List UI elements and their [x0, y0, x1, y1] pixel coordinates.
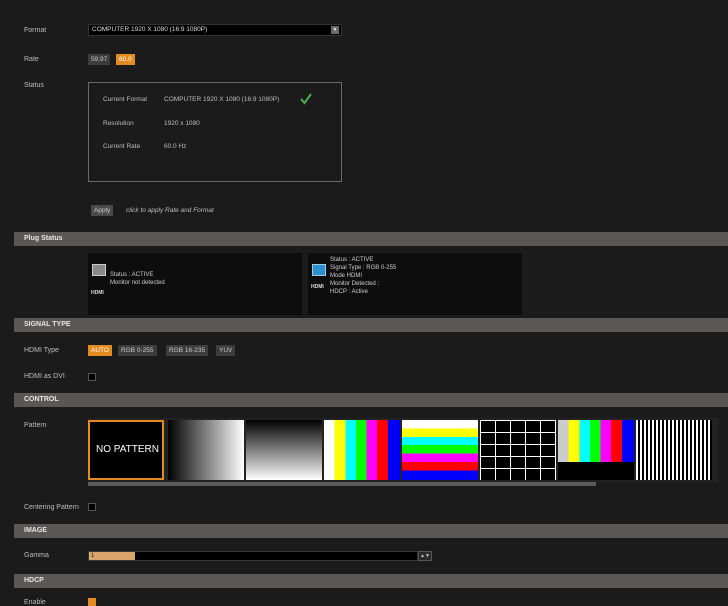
hdmi-as-dvi-checkbox[interactable]: [88, 373, 96, 381]
hdcp-enable-checkbox[interactable]: [88, 598, 96, 606]
plug-1-line: Status : ACTIVE: [110, 272, 154, 278]
plug-2-icon-label: HDMI: [311, 284, 324, 290]
hdmi-as-dvi-label: HDMI as DVI: [24, 373, 65, 380]
chevron-down-icon[interactable]: ▼: [331, 26, 339, 34]
control-header: CONTROL: [14, 393, 728, 407]
rate-option-5997[interactable]: 59.97: [88, 54, 111, 65]
signal-type-header: SIGNAL TYPE: [14, 318, 728, 332]
plug-1-icon-label: HDMI: [91, 290, 104, 296]
hdmi-port-icon: [312, 264, 326, 276]
format-select[interactable]: COMPUTER 1920 X 1080 (16:9 1080P) ▼: [88, 24, 342, 36]
current-format-label: Current Format: [103, 96, 148, 103]
format-select-value: COMPUTER 1920 X 1080 (16:9 1080P): [92, 26, 208, 33]
gamma-value: 1: [91, 553, 95, 559]
hdmi-type-label: HDMI Type: [24, 347, 59, 354]
hdmi-type-auto[interactable]: AUTO: [88, 345, 112, 356]
pattern-none[interactable]: NO PATTERN: [88, 420, 164, 480]
current-rate-label: Current Rate: [103, 143, 141, 150]
current-rate-value: 60.0 Hz: [164, 143, 187, 150]
pattern-color-bars[interactable]: [324, 420, 400, 480]
current-format-value: COMPUTER 1920 X 1080 (16:9 1080P): [164, 96, 280, 103]
resolution-label: Resolution: [103, 120, 134, 127]
centering-pattern-label: Centering Pattern: [24, 504, 79, 511]
resolution-value: 1920 x 1080: [164, 120, 200, 127]
apply-button[interactable]: Apply: [91, 205, 114, 216]
plug-card-1: HDMI Status : ACTIVE Monitor not detecte…: [88, 253, 302, 315]
pattern-grid[interactable]: [480, 420, 556, 480]
gamma-stepper[interactable]: ▲▼: [418, 551, 432, 561]
hdcp-header: HDCP: [14, 574, 728, 588]
pattern-color-stripes-horizontal[interactable]: [402, 420, 478, 480]
rate-label: Rate: [24, 56, 39, 63]
status-label: Status: [24, 82, 44, 89]
plug-1-line: Monitor not detected: [110, 280, 165, 286]
checkmark-icon: [300, 93, 312, 105]
hdmi-type-yuv[interactable]: YUV: [216, 345, 236, 356]
pattern-gradient-horizontal[interactable]: [168, 420, 244, 480]
pattern-gradient-vertical-steps[interactable]: [246, 420, 322, 480]
plug-2-line: HDCP : Active: [330, 289, 368, 295]
gamma-slider-fill: [89, 552, 135, 560]
hdmi-type-rgb-0-255[interactable]: RGB 0-255: [118, 345, 157, 356]
hdmi-type-rgb-16-235[interactable]: RGB 16-235: [166, 345, 209, 356]
plug-2-line: Signal Type : RGB 0-255: [330, 265, 397, 271]
plug-2-line: Monitor Detected :: [330, 281, 380, 287]
pattern-smpte-bars[interactable]: [558, 420, 634, 480]
monitor-icon: [92, 264, 106, 276]
apply-hint: click to apply Rate and Format: [126, 207, 214, 214]
pattern-label: Pattern: [24, 422, 47, 429]
plug-card-2: HDMI Status : ACTIVE Signal Type : RGB 0…: [308, 253, 522, 315]
centering-pattern-checkbox[interactable]: [88, 503, 96, 511]
plug-2-line: Mode HDMI: [330, 273, 363, 279]
pattern-multiburst[interactable]: [636, 420, 712, 480]
plug-status-header: Plug Status: [14, 232, 728, 246]
image-header: IMAGE: [14, 524, 728, 538]
format-label: Format: [24, 27, 47, 34]
plug-2-line: Status : ACTIVE: [330, 257, 374, 263]
hdcp-enable-label: Enable: [24, 599, 46, 606]
pattern-strip: NO PATTERN: [88, 418, 718, 482]
gamma-slider[interactable]: 1: [88, 551, 418, 561]
rate-option-60[interactable]: 60.0: [116, 54, 135, 65]
pattern-scrollbar[interactable]: [88, 482, 596, 486]
gamma-label: Gamma: [24, 552, 49, 559]
